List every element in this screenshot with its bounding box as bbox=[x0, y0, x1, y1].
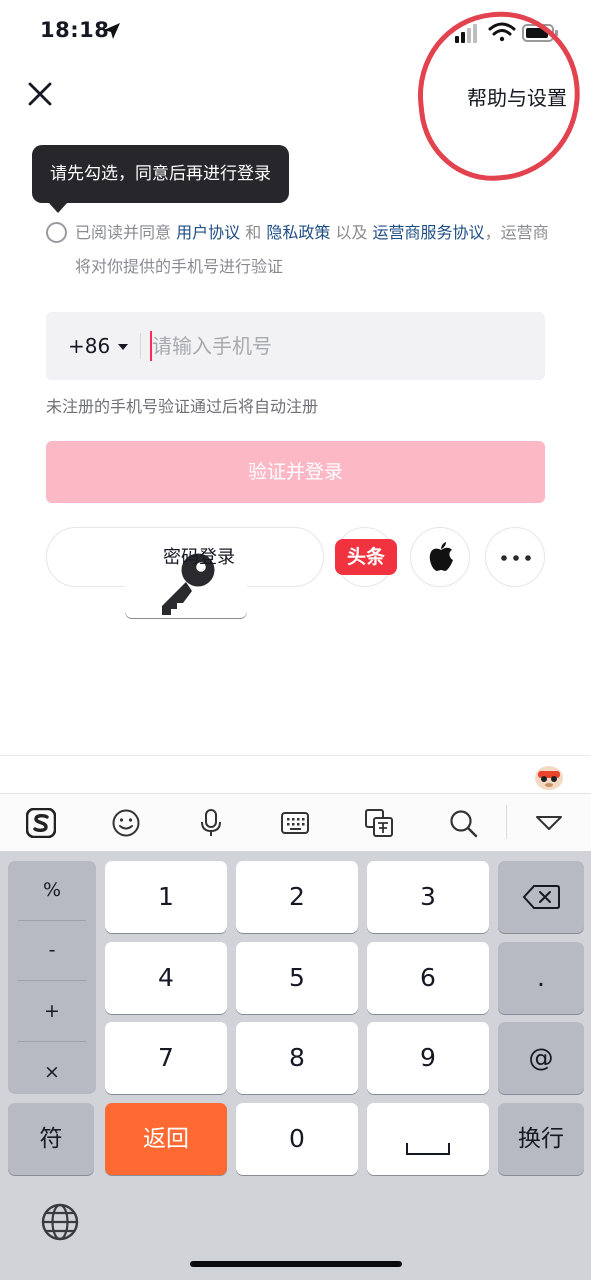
close-icon[interactable] bbox=[24, 78, 56, 110]
password-login-button[interactable]: 密码登录 bbox=[46, 527, 324, 618]
agreement-tooltip: 请先勾选，同意后再进行登录 bbox=[32, 145, 289, 203]
key-0[interactable]: 0 bbox=[236, 1103, 358, 1175]
password-login-label: 密码登录 bbox=[163, 547, 235, 568]
toolbar-divider bbox=[506, 805, 507, 839]
key-percent[interactable]: % bbox=[8, 861, 96, 919]
key-plus[interactable]: + bbox=[8, 982, 96, 1040]
caret-down-icon[interactable] bbox=[118, 344, 128, 350]
apple-login-button[interactable] bbox=[410, 527, 470, 587]
help-and-settings-link[interactable]: 帮助与设置 bbox=[467, 82, 567, 111]
tooltip-arrow bbox=[49, 203, 67, 213]
enter-key[interactable]: 换行 bbox=[498, 1103, 584, 1175]
login-screen: 18:18 帮助与设置 请先勾选，同意后再进行登录 已阅读并同意 用户协议 和 … bbox=[0, 0, 591, 1280]
microphone-icon[interactable] bbox=[196, 808, 226, 838]
key-multiply[interactable]: × bbox=[8, 1043, 96, 1101]
more-login-options-button[interactable] bbox=[485, 527, 545, 587]
key-1[interactable]: 1 bbox=[105, 861, 227, 933]
key-4[interactable]: 4 bbox=[105, 942, 227, 1014]
agreement-checkbox[interactable] bbox=[46, 222, 67, 243]
key-7[interactable]: 7 bbox=[105, 1022, 227, 1094]
space-key[interactable] bbox=[367, 1103, 489, 1175]
collapse-keyboard-icon[interactable] bbox=[534, 808, 564, 838]
location-arrow-icon bbox=[104, 23, 120, 39]
keyboard-switch-icon[interactable] bbox=[280, 808, 310, 838]
status-time: 18:18 bbox=[40, 18, 110, 42]
key-5[interactable]: 5 bbox=[236, 942, 358, 1014]
phone-input-box: +86 bbox=[46, 312, 545, 380]
agreement-prefix: 已阅读并同意 bbox=[75, 223, 172, 242]
more-dots-icon bbox=[501, 555, 531, 561]
symbols-key[interactable]: 符 bbox=[8, 1103, 94, 1175]
globe-icon[interactable] bbox=[40, 1202, 80, 1242]
text-cursor bbox=[150, 331, 152, 361]
input-divider bbox=[140, 333, 141, 359]
country-code-selector[interactable]: +86 bbox=[68, 312, 110, 380]
key-3[interactable]: 3 bbox=[367, 861, 489, 933]
backspace-icon bbox=[522, 885, 560, 909]
agreement-also: 以及 bbox=[335, 223, 368, 242]
key-2[interactable]: 2 bbox=[236, 861, 358, 933]
symbol-divider bbox=[18, 1041, 86, 1042]
key-at[interactable]: @ bbox=[498, 1022, 584, 1094]
operator-agreement-link[interactable]: 运营商服务协议 bbox=[373, 223, 485, 242]
agreement-and: 和 bbox=[245, 223, 262, 242]
backspace-key[interactable] bbox=[498, 861, 584, 933]
key-9[interactable]: 9 bbox=[367, 1022, 489, 1094]
agreement-text: 已阅读并同意 用户协议 和 隐私政策 以及 运营商服务协议，运营商将对你提供的手… bbox=[75, 216, 555, 284]
privacy-policy-link[interactable]: 隐私政策 bbox=[266, 223, 330, 242]
verify-and-login-button[interactable]: 验证并登录 bbox=[46, 441, 545, 503]
key-6[interactable]: 6 bbox=[367, 942, 489, 1014]
keyboard-mascot-icon[interactable] bbox=[533, 762, 565, 792]
key-8[interactable]: 8 bbox=[236, 1022, 358, 1094]
back-key[interactable]: 返回 bbox=[105, 1103, 227, 1175]
space-icon bbox=[406, 1143, 450, 1155]
user-agreement-link[interactable]: 用户协议 bbox=[176, 223, 240, 242]
search-icon[interactable] bbox=[448, 808, 478, 838]
apple-icon bbox=[429, 542, 453, 571]
auto-register-hint: 未注册的手机号验证通过后将自动注册 bbox=[46, 397, 319, 416]
sogou-logo-icon[interactable] bbox=[26, 808, 56, 838]
keyboard-top-divider bbox=[0, 755, 591, 756]
symbol-divider bbox=[18, 980, 86, 981]
key-minus[interactable]: - bbox=[8, 921, 96, 979]
emoji-icon[interactable] bbox=[111, 808, 141, 838]
key-dot[interactable]: . bbox=[498, 942, 584, 1014]
phone-number-input[interactable] bbox=[152, 312, 532, 380]
toutiao-login-button[interactable]: 头条 bbox=[335, 539, 397, 575]
home-indicator[interactable] bbox=[190, 1261, 402, 1267]
translate-icon[interactable] bbox=[364, 808, 394, 838]
